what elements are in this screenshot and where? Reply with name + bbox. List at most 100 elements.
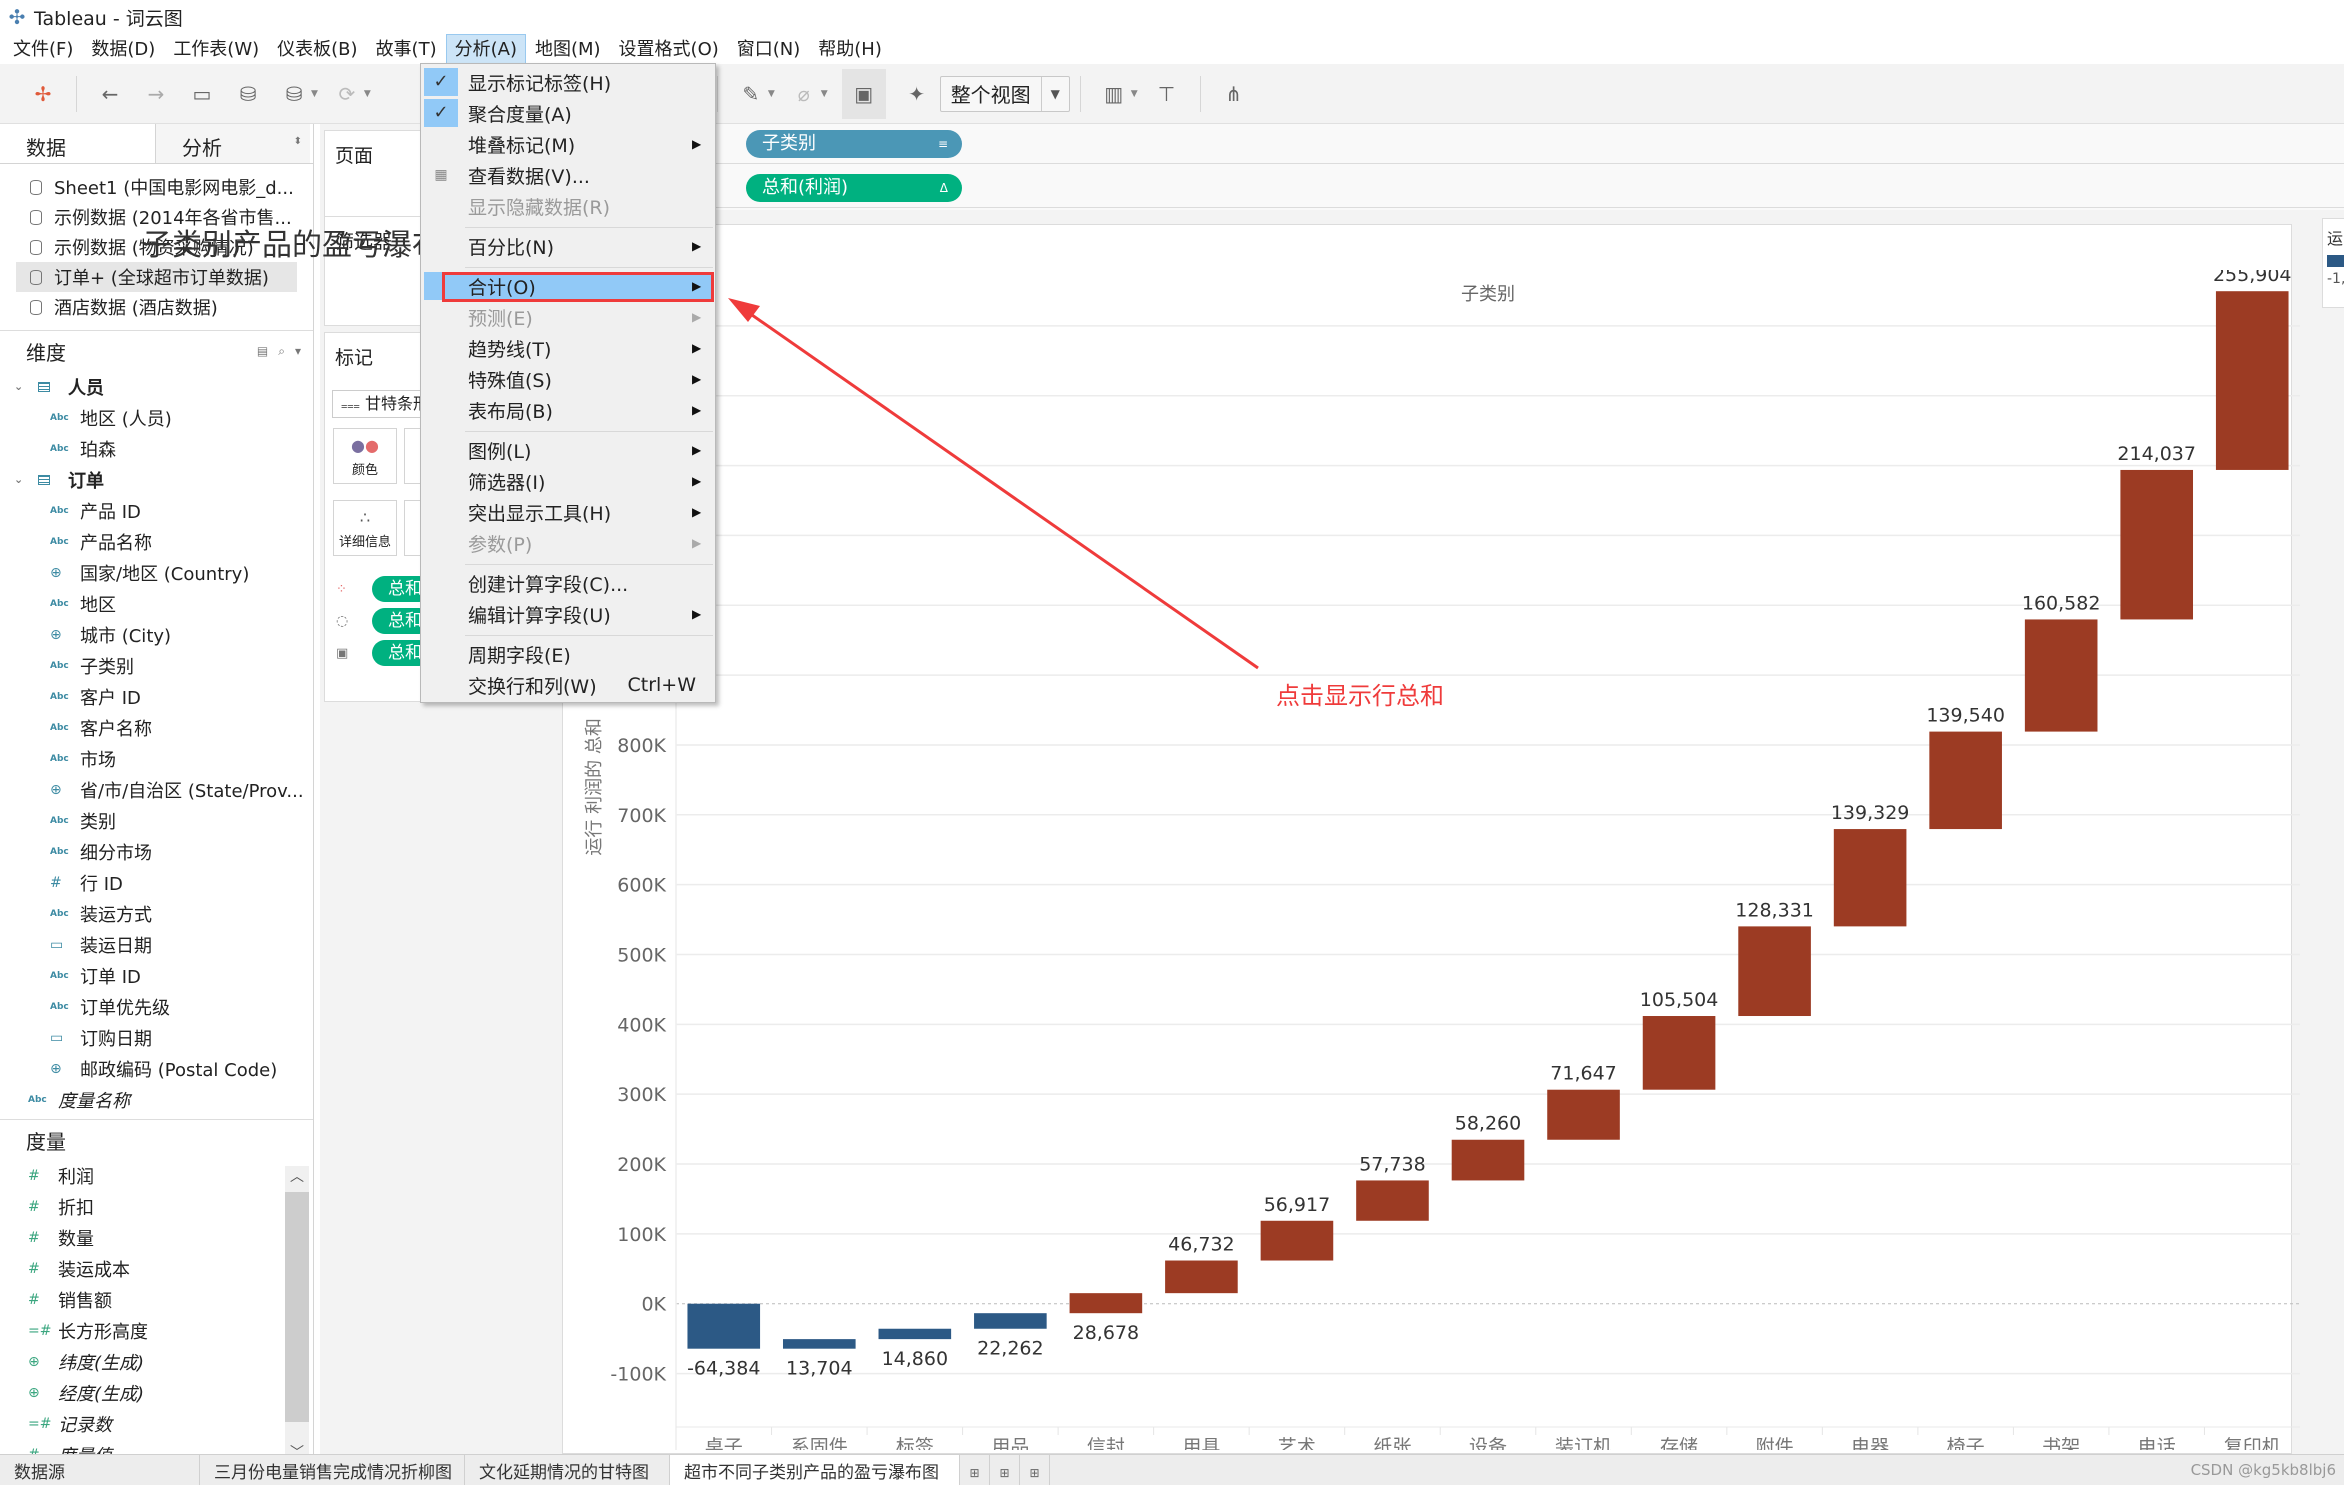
menu-item-14[interactable]: 参数(P) ▶ bbox=[424, 529, 712, 557]
measure-field[interactable]: # 销售额 bbox=[0, 1284, 313, 1315]
field-measure-names[interactable]: Abc 度量名称 bbox=[0, 1084, 313, 1115]
columns-shelf[interactable]: 子类别 ≡ bbox=[430, 124, 2344, 164]
caret-icon[interactable]: ▼ bbox=[768, 89, 775, 99]
menu-item[interactable]: 窗口(N) bbox=[728, 34, 810, 64]
dimension-field[interactable]: Abc 类别 bbox=[0, 805, 313, 836]
dimension-field[interactable]: Abc 订单优先级 bbox=[0, 991, 313, 1022]
menu-item-13[interactable]: 突出显示工具(H) ▶ bbox=[424, 498, 712, 526]
caret-icon[interactable]: ▼ bbox=[364, 89, 371, 99]
menu-item[interactable]: 文件(F) bbox=[4, 34, 82, 64]
dimension-field[interactable]: Abc 地区 (人员) bbox=[0, 402, 313, 433]
menu-item-12[interactable]: 筛选器(I) ▶ bbox=[424, 467, 712, 495]
dimension-folder[interactable]: ⌄ 订单 bbox=[0, 464, 313, 495]
menu-item[interactable]: 工作表(W) bbox=[164, 34, 268, 64]
new-worksheet-icon[interactable]: ⊞ bbox=[960, 1455, 990, 1485]
menu-item[interactable]: 故事(T) bbox=[367, 34, 446, 64]
sheet-tab[interactable]: 三月份电量销售完成情况折柳图 bbox=[200, 1455, 465, 1485]
dimension-field[interactable]: ⊕ 城市 (City) bbox=[0, 619, 313, 650]
measures-scrollbar[interactable]: ︿ ﹀ bbox=[285, 1166, 309, 1466]
redo-icon[interactable]: → bbox=[141, 79, 171, 109]
tab-data[interactable]: 数据 bbox=[0, 124, 155, 163]
menu-item-1[interactable]: ✓ 聚合度量(A) bbox=[424, 99, 712, 127]
measure-field[interactable]: ⊕ 纬度(生成) bbox=[0, 1346, 313, 1377]
menu-item-10[interactable]: 表布局(B) ▶ bbox=[424, 396, 712, 424]
dimension-folder[interactable]: ⌄ 人员 bbox=[0, 371, 313, 402]
menu-item-16[interactable]: 编辑计算字段(U) ▶ bbox=[424, 600, 712, 628]
new-dashboard-icon[interactable]: ⊞ bbox=[990, 1455, 1020, 1485]
detail-button[interactable]: ∴ 详细信息 bbox=[333, 500, 397, 556]
measure-field[interactable]: # 装运成本 bbox=[0, 1253, 313, 1284]
sheet-tab[interactable]: 文化延期情况的甘特图 bbox=[465, 1455, 670, 1485]
dimension-field[interactable]: Abc 市场 bbox=[0, 743, 313, 774]
menu-item-11[interactable]: 图例(L) ▶ bbox=[424, 436, 712, 464]
measure-field[interactable]: # 数量 bbox=[0, 1222, 313, 1253]
dimension-field[interactable]: ⊕ 国家/地区 (Country) bbox=[0, 557, 313, 588]
menu-item-17[interactable]: 周期字段(E) bbox=[424, 640, 712, 668]
share-icon[interactable]: ⋔ bbox=[1219, 79, 1249, 109]
sheet-tab[interactable]: 超市不同子类别产品的盈亏瀑布图 bbox=[670, 1455, 960, 1485]
measure-field[interactable]: =# 长方形高度 bbox=[0, 1315, 313, 1346]
save-icon[interactable]: ▭ bbox=[187, 79, 217, 109]
dimension-field[interactable]: Abc 客户名称 bbox=[0, 712, 313, 743]
tableau-home-icon[interactable]: ✢ bbox=[28, 79, 58, 109]
menu-item-4[interactable]: 显示隐藏数据(R) bbox=[424, 192, 712, 220]
mark-pill-size[interactable]: ◌ 总和 bbox=[336, 608, 432, 634]
dimension-field[interactable]: Abc 客户 ID bbox=[0, 681, 313, 712]
dimension-field[interactable]: ▭ 订购日期 bbox=[0, 1022, 313, 1053]
mark-pill-label[interactable]: ▣ 总和 bbox=[336, 640, 432, 666]
menu-item-9[interactable]: 特殊值(S) ▶ bbox=[424, 365, 712, 393]
caret-icon[interactable]: ▼ bbox=[821, 89, 828, 99]
show-me-icon[interactable]: ▥ bbox=[1099, 79, 1129, 109]
legend-card[interactable]: 运 -1, bbox=[2322, 218, 2344, 308]
caret-icon[interactable]: ▼ bbox=[1131, 89, 1138, 99]
chevron-down-icon[interactable]: ⌄ bbox=[14, 473, 32, 486]
dimension-field[interactable]: Abc 细分市场 bbox=[0, 836, 313, 867]
menu-item-15[interactable]: 创建计算字段(C)... bbox=[424, 569, 712, 597]
mark-pill-color[interactable]: ⁘ 总和 bbox=[336, 576, 432, 602]
show-labels-icon[interactable]: ▣ bbox=[841, 68, 886, 119]
datasource-item[interactable]: 酒店数据 (酒店数据) bbox=[16, 292, 297, 322]
chevron-down-icon[interactable]: ▾ bbox=[295, 344, 301, 359]
measure-field[interactable]: # 折扣 bbox=[0, 1191, 313, 1222]
pause-updates-icon[interactable]: ⛁ bbox=[279, 79, 309, 109]
menu-item-7[interactable]: 预测(E) ▶ bbox=[424, 303, 712, 331]
presentation-icon[interactable]: ⊤ bbox=[1152, 79, 1182, 109]
columns-pill[interactable]: 子类别 ≡ bbox=[746, 130, 962, 158]
chevron-down-icon[interactable]: ⌄ bbox=[14, 380, 32, 393]
dimension-field[interactable]: Abc 珀森 bbox=[0, 433, 313, 464]
dimension-field[interactable]: Abc 产品 ID bbox=[0, 495, 313, 526]
dimension-field[interactable]: Abc 子类别 bbox=[0, 650, 313, 681]
menu-item[interactable]: 仪表板(B) bbox=[268, 34, 366, 64]
search-icon[interactable]: ⌕ bbox=[278, 344, 285, 359]
rows-shelf[interactable]: 总和(利润) Δ bbox=[430, 168, 2344, 208]
dimension-field[interactable]: Abc 订单 ID bbox=[0, 960, 313, 991]
menu-item[interactable]: 分析(A) bbox=[445, 34, 526, 64]
menu-item-3[interactable]: ▦ 查看数据(V)... bbox=[424, 161, 712, 189]
pin-icon[interactable]: ✦ bbox=[902, 79, 932, 109]
color-button[interactable]: ●● 颜色 bbox=[333, 428, 397, 484]
attach-icon[interactable]: ⌀ bbox=[789, 79, 819, 109]
measure-field[interactable]: ⊕ 经度(生成) bbox=[0, 1377, 313, 1408]
dimension-field[interactable]: ▭ 装运日期 bbox=[0, 929, 313, 960]
menu-item[interactable]: 帮助(H) bbox=[809, 34, 891, 64]
new-story-icon[interactable]: ⊞ bbox=[1020, 1455, 1050, 1485]
dimension-field[interactable]: ⊕ 邮政编码 (Postal Code) bbox=[0, 1053, 313, 1084]
dimension-field[interactable]: # 行 ID bbox=[0, 867, 313, 898]
measure-field[interactable]: =# 记录数 bbox=[0, 1408, 313, 1439]
highlight-pen-icon[interactable]: ✎ bbox=[736, 79, 766, 109]
datasource-item[interactable]: Sheet1 (中国电影网电影_d... bbox=[16, 172, 297, 202]
menu-item-5[interactable]: 百分比(N) ▶ bbox=[424, 232, 712, 260]
menu-item-8[interactable]: 趋势线(T) ▶ bbox=[424, 334, 712, 362]
tab-datasource[interactable]: 数据源 bbox=[0, 1455, 200, 1485]
scrollbar-thumb[interactable] bbox=[285, 1192, 309, 1422]
dimension-field[interactable]: ⊕ 省/市/自治区 (State/Prov... bbox=[0, 774, 313, 805]
refresh-icon[interactable]: ⟳ bbox=[332, 79, 362, 109]
undo-icon[interactable]: ← bbox=[95, 79, 125, 109]
measure-field[interactable]: # 利润 bbox=[0, 1160, 313, 1191]
menu-item-18[interactable]: 交换行和列(W) Ctrl+W bbox=[424, 671, 712, 699]
new-datasource-icon[interactable]: ⛁ bbox=[233, 79, 263, 109]
sort-icon[interactable]: ⬍ bbox=[294, 136, 302, 147]
tab-analysis[interactable]: 分析 ⬍ bbox=[155, 124, 310, 163]
menu-item-2[interactable]: 堆叠标记(M) ▶ bbox=[424, 130, 712, 158]
menu-item[interactable]: 设置格式(O) bbox=[610, 34, 728, 64]
